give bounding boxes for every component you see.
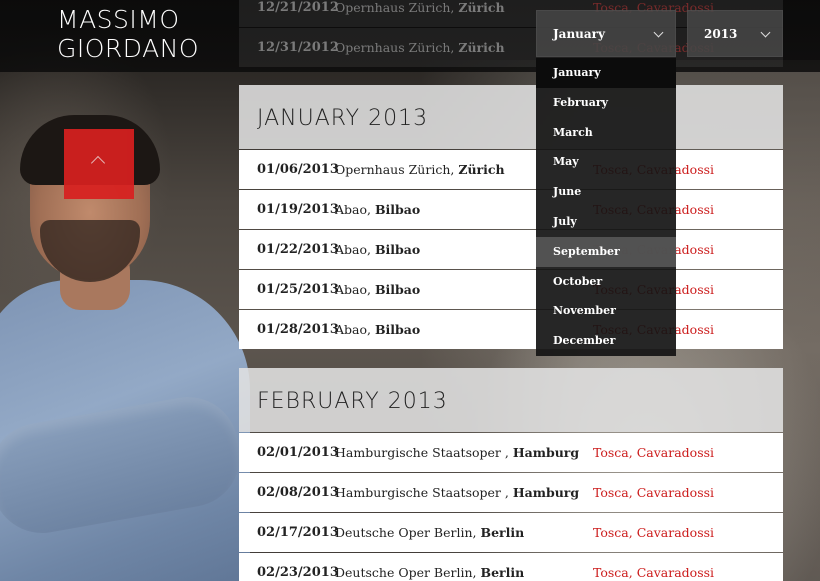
event-role: Tosca, Cavaradossi bbox=[593, 525, 715, 540]
event-venue: Deutsche Oper Berlin, Berlin bbox=[335, 565, 525, 580]
month-option[interactable]: December bbox=[536, 326, 676, 356]
event-role: Tosca, Cavaradossi bbox=[593, 565, 715, 580]
site-logo[interactable]: MASSIMO GIORDANO bbox=[57, 5, 199, 63]
logo-line-1: MASSIMO bbox=[57, 5, 180, 34]
event-date: 02/17/2013 bbox=[257, 525, 339, 540]
month-option[interactable]: January bbox=[536, 58, 676, 88]
month-select[interactable]: January bbox=[536, 10, 676, 57]
year-select[interactable]: 2013 bbox=[687, 10, 783, 57]
table-row[interactable]: 02/23/2013 Deutsche Oper Berlin, Berlin … bbox=[239, 553, 783, 581]
month-option[interactable]: September bbox=[536, 236, 676, 267]
event-date: 02/08/2013 bbox=[257, 485, 339, 500]
month-option[interactable]: March bbox=[536, 118, 676, 148]
event-city: Berlin bbox=[480, 565, 525, 580]
month-option[interactable]: July bbox=[536, 207, 676, 237]
event-venue: Deutsche Oper Berlin, Berlin bbox=[335, 525, 525, 540]
event-city: Bilbao bbox=[374, 242, 421, 257]
table-row[interactable]: 02/01/2013 Hamburgische Staatsoper , Ham… bbox=[239, 433, 783, 472]
event-date: 01/22/2013 bbox=[257, 242, 339, 257]
table-row[interactable]: 01/25/2013 Abao, Bilbao Tosca, Cavarados… bbox=[239, 270, 783, 309]
event-date: 12/21/2012 bbox=[257, 0, 339, 15]
month-option[interactable]: February bbox=[536, 88, 676, 118]
event-venue: Hamburgische Staatsoper , Hamburg bbox=[335, 445, 580, 460]
event-city: Hamburg bbox=[512, 485, 580, 500]
event-date: 01/06/2013 bbox=[257, 162, 339, 177]
table-row[interactable]: 01/06/2013 Opernhaus Zürich, Zürich Tosc… bbox=[239, 150, 783, 189]
event-venue: Hamburgische Staatsoper , Hamburg bbox=[335, 485, 580, 500]
logo-line-2: GIORDANO bbox=[57, 34, 200, 63]
month-option[interactable]: May bbox=[536, 147, 676, 177]
event-city: Bilbao bbox=[374, 202, 421, 217]
table-row[interactable]: 01/22/2013 Abao, Bilbao Tosca, Cavarados… bbox=[239, 230, 783, 269]
event-role: Tosca, Cavaradossi bbox=[593, 445, 715, 460]
event-date: 01/28/2013 bbox=[257, 322, 339, 337]
event-city: Hamburg bbox=[512, 445, 580, 460]
event-date: 01/25/2013 bbox=[257, 282, 339, 297]
month-option[interactable]: June bbox=[536, 177, 676, 207]
event-city: Zürich bbox=[458, 0, 505, 15]
event-city: Bilbao bbox=[374, 322, 421, 337]
month-option[interactable]: November bbox=[536, 296, 676, 326]
event-date: 12/31/2012 bbox=[257, 40, 339, 55]
month-heading: JANUARY 2013 bbox=[239, 85, 783, 149]
month-dropdown-menu: January February March May June July Sep… bbox=[536, 58, 676, 356]
table-row[interactable]: 02/08/2013 Hamburgische Staatsoper , Ham… bbox=[239, 473, 783, 512]
scroll-up-button[interactable] bbox=[64, 129, 134, 199]
month-select-value: January bbox=[553, 26, 605, 41]
month-heading: FEBRUARY 2013 bbox=[239, 368, 783, 432]
event-city: Bilbao bbox=[374, 282, 421, 297]
chevron-down-icon bbox=[760, 27, 771, 38]
table-row[interactable]: 02/17/2013 Deutsche Oper Berlin, Berlin … bbox=[239, 513, 783, 552]
event-role: Tosca, Cavaradossi bbox=[593, 485, 715, 500]
table-row[interactable]: 01/19/2013 Abao, Bilbao Tosca, Cavarados… bbox=[239, 190, 783, 229]
chevron-down-icon bbox=[653, 27, 664, 38]
chevron-up-icon bbox=[90, 155, 106, 171]
event-city: Zürich bbox=[458, 40, 505, 55]
table-row[interactable]: 01/28/2013 Abao, Bilbao Tosca, Cavarados… bbox=[239, 310, 783, 349]
event-date: 02/23/2013 bbox=[257, 565, 339, 580]
year-select-value: 2013 bbox=[704, 26, 738, 41]
event-date: 01/19/2013 bbox=[257, 202, 339, 217]
event-city: Zürich bbox=[458, 162, 505, 177]
event-date: 02/01/2013 bbox=[257, 445, 339, 460]
event-city: Berlin bbox=[480, 525, 525, 540]
month-option[interactable]: October bbox=[536, 267, 676, 297]
